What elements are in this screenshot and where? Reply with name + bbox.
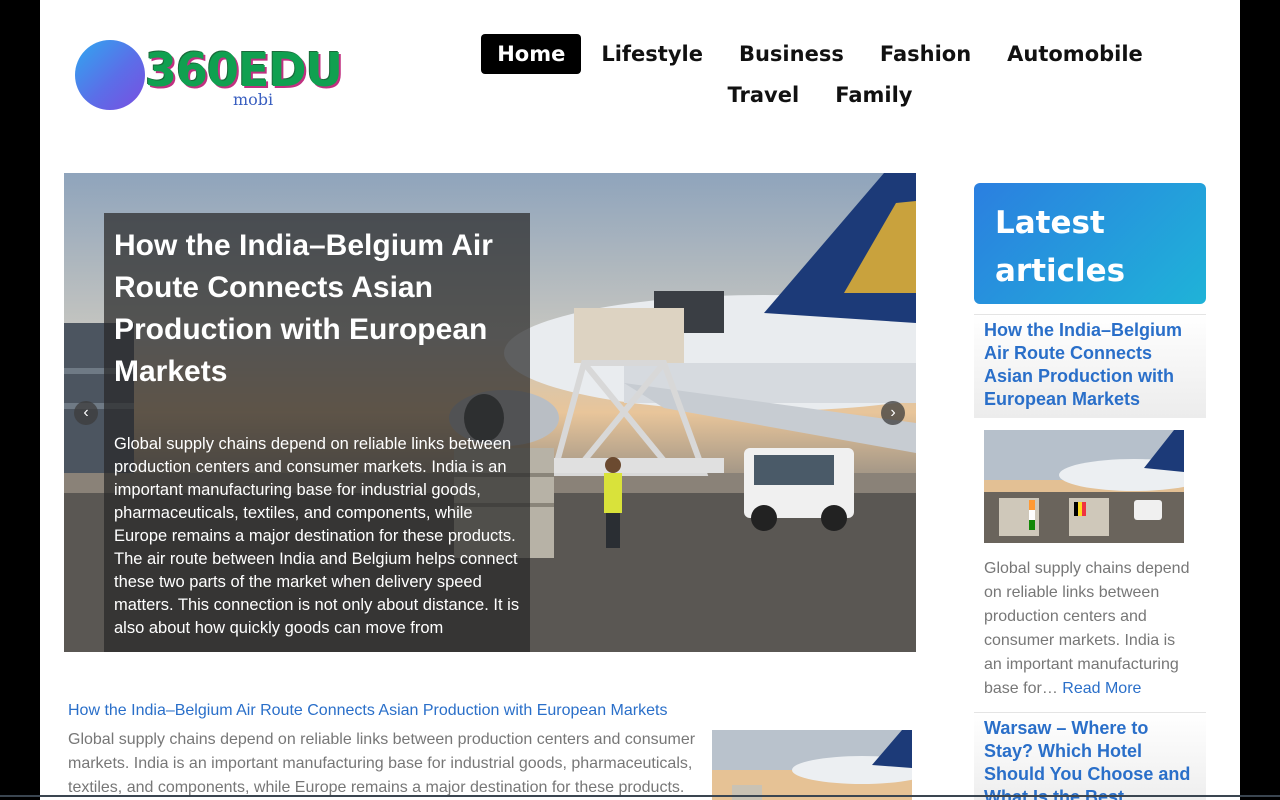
- hero-caption: How the India–Belgium Air Route Connects…: [104, 213, 530, 652]
- logo-subtext: mobi: [233, 90, 274, 109]
- post-thumbnail[interactable]: [712, 730, 912, 800]
- nav-item-automobile[interactable]: Automobile: [991, 34, 1159, 74]
- post-excerpt: Global supply chains depend on reliable …: [68, 731, 696, 796]
- slider-prev-icon[interactable]: ‹: [74, 401, 98, 425]
- sidebar-article-title[interactable]: How the India–Belgium Air Route Connects…: [984, 319, 1196, 411]
- latest-articles-widget-header: Latest articles: [974, 183, 1206, 304]
- bottom-divider: [0, 795, 1280, 797]
- hero-excerpt: Global supply chains depend on reliable …: [114, 435, 520, 637]
- post-thumbnail-image: [712, 730, 912, 800]
- main-nav: Home Lifestyle Business Fashion Automobi…: [430, 34, 1210, 116]
- sidebar-article-card-2: Warsaw – Where to Stay? Which Hotel Shou…: [974, 712, 1206, 800]
- nav-item-fashion[interactable]: Fashion: [864, 34, 987, 74]
- sidebar-thumbnail-image: [984, 430, 1184, 543]
- hero-title[interactable]: How the India–Belgium Air Route Connects…: [114, 225, 520, 393]
- nav-item-business[interactable]: Business: [723, 34, 860, 74]
- widget-heading: Latest articles: [995, 205, 1126, 289]
- read-more-link[interactable]: Read More: [1062, 680, 1141, 697]
- nav-item-travel[interactable]: Travel: [712, 75, 816, 115]
- site-logo[interactable]: 360EDU mobi: [75, 38, 375, 118]
- nav-item-home[interactable]: Home: [481, 34, 582, 74]
- hero-slider[interactable]: How the India–Belgium Air Route Connects…: [64, 173, 916, 652]
- logo-circle-icon: [75, 40, 145, 110]
- nav-item-family[interactable]: Family: [819, 75, 928, 115]
- sidebar-article-excerpt: Global supply chains depend on reliable …: [984, 557, 1196, 701]
- sidebar-article-thumbnail[interactable]: [984, 430, 1184, 543]
- post-title-link[interactable]: How the India–Belgium Air Route Connects…: [68, 700, 918, 722]
- post-list-item: How the India–Belgium Air Route Connects…: [68, 700, 918, 800]
- page: 360EDU mobi Home Lifestyle Business Fash…: [40, 0, 1240, 800]
- sidebar-article-title-2[interactable]: Warsaw – Where to Stay? Which Hotel Shou…: [984, 717, 1196, 800]
- sidebar-article-card: How the India–Belgium Air Route Connects…: [974, 314, 1206, 418]
- nav-item-lifestyle[interactable]: Lifestyle: [585, 34, 719, 74]
- sidebar-excerpt-text: Global supply chains depend on reliable …: [984, 560, 1190, 697]
- slider-next-icon[interactable]: ›: [881, 401, 905, 425]
